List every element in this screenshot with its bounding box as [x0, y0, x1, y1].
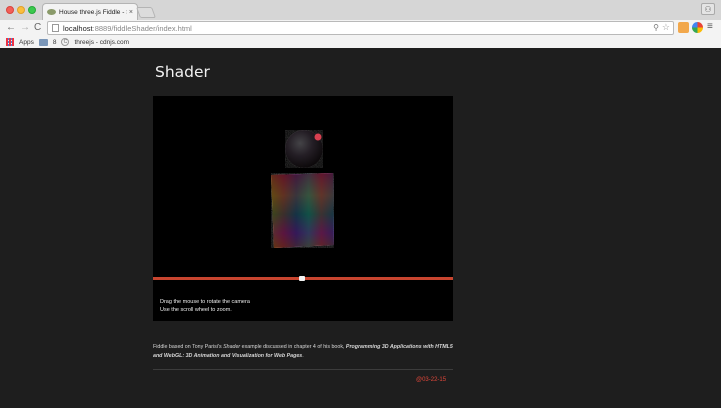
bookmarks-bar: Apps 8 C threejs - cdnjs.com — [0, 36, 721, 48]
divider — [153, 369, 453, 370]
tab-strip: House three.js Fiddle - Sh × ⚇ — [0, 0, 721, 20]
window-close-button[interactable] — [6, 6, 14, 14]
description-text: Fiddle based on Tony Parisi's — [153, 344, 224, 350]
new-tab-button[interactable] — [135, 7, 157, 18]
back-button[interactable]: ← — [6, 21, 16, 35]
url-path: :8889/fiddleShader/index.html — [92, 23, 192, 33]
bookmark-apps[interactable]: Apps — [19, 39, 34, 46]
hint-zoom: Use the scroll wheel to zoom. — [160, 307, 232, 313]
profile-icon[interactable]: ⚇ — [701, 3, 715, 15]
browser-chrome: House three.js Fiddle - Sh × ⚇ ← → C loc… — [0, 0, 721, 48]
favicon-icon — [47, 9, 56, 15]
bookmark-folder[interactable]: 8 — [53, 39, 57, 46]
search-icon[interactable]: ⚲ — [653, 23, 659, 32]
folder-icon[interactable] — [38, 38, 48, 46]
star-icon[interactable]: ☆ — [662, 22, 670, 33]
apps-icon[interactable] — [6, 38, 14, 46]
description-text: example discussed in chapter 4 of his bo… — [240, 344, 346, 350]
webgl-canvas[interactable]: Drag the mouse to rotate the camera Use … — [153, 96, 453, 321]
cube-object — [271, 173, 334, 248]
hint-rotate: Drag the mouse to rotate the camera — [160, 299, 250, 305]
url-host: localhost — [63, 23, 93, 33]
chrome-extension-icon[interactable] — [692, 22, 703, 33]
slider-handle[interactable] — [299, 276, 305, 281]
forward-button[interactable]: → — [20, 21, 30, 35]
browser-toolbar: ← → C localhost :8889/fiddleShader/index… — [0, 20, 721, 36]
sphere-object — [285, 130, 323, 168]
browser-tab[interactable]: House three.js Fiddle - Sh × — [42, 3, 138, 20]
tab-close-icon[interactable]: × — [129, 9, 133, 16]
address-bar[interactable]: localhost :8889/fiddleShader/index.html … — [47, 21, 674, 35]
page-icon — [52, 24, 59, 32]
shader-word: Shader — [223, 344, 241, 350]
tab-title: House three.js Fiddle - Sh — [59, 8, 127, 16]
window-maximize-button[interactable] — [28, 6, 36, 14]
bookmark-favicon-icon: C — [61, 38, 70, 46]
scene-render — [271, 130, 334, 248]
date-stamp: @03-22-15 — [416, 377, 447, 383]
extension-icon[interactable] — [678, 22, 689, 33]
reload-button[interactable]: C — [34, 21, 41, 35]
menu-icon[interactable]: ≡ — [707, 21, 713, 32]
window-minimize-button[interactable] — [17, 6, 25, 14]
bookmark-threejs[interactable]: threejs - cdnjs.com — [74, 39, 129, 46]
description-text: . — [302, 352, 304, 359]
page-title: Shader — [155, 63, 210, 81]
description: Fiddle based on Tony Parisi's Shader exa… — [153, 343, 453, 360]
